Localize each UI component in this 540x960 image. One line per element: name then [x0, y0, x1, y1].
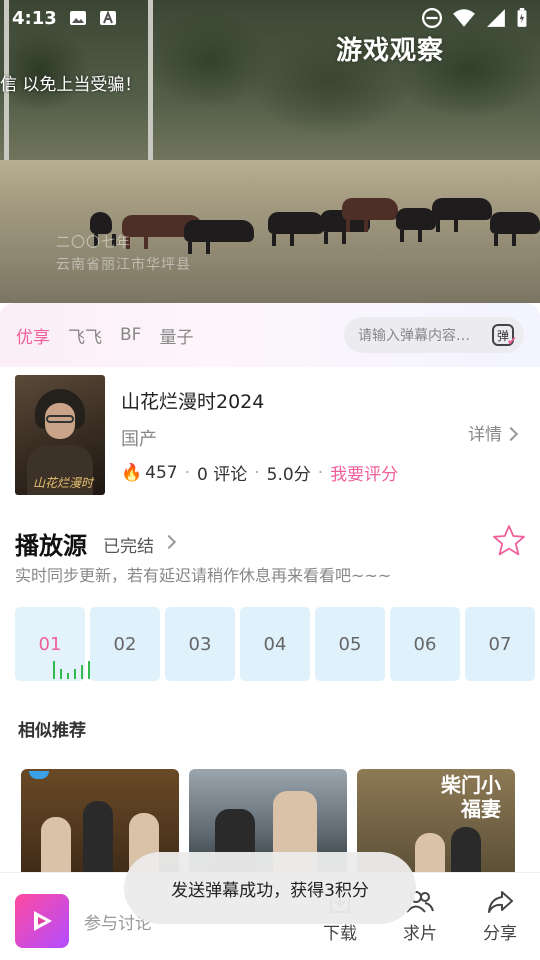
recommend-item-title: 柴门小福妻: [441, 773, 501, 821]
episode-button-07[interactable]: 07: [465, 607, 535, 681]
dnd-icon: [422, 8, 442, 28]
poster-figure-glasses: [46, 415, 74, 423]
video-player[interactable]: 4:13 游戏观察 信 以免上当受骗！ 二〇〇七年 云南省丽江市华坪县: [0, 0, 540, 303]
rate-button[interactable]: 我要评分: [330, 460, 398, 485]
poster-figure: [41, 817, 71, 879]
source-tab-liangzi[interactable]: 量子: [159, 323, 193, 348]
video-goat: [268, 212, 324, 246]
caption-line: 云南省丽江市华坪县: [56, 257, 191, 273]
play-source-status[interactable]: 已完结: [103, 532, 154, 557]
caption-line: 二〇〇七年: [56, 235, 131, 251]
episode-button-01[interactable]: 01: [15, 607, 90, 681]
episode-list: 01 02 03 04 05 06 07: [15, 607, 540, 683]
video-goat: [490, 212, 540, 246]
recommend-badge: [29, 771, 49, 779]
show-poster[interactable]: 山花烂漫时: [15, 375, 105, 495]
episode-label: 06: [413, 633, 437, 655]
video-watermark: 游戏观察: [335, 36, 444, 66]
danmu-input[interactable]: 请输入弹幕内容… 弹 ✔: [344, 317, 524, 353]
play-source-title: 播放源: [15, 532, 87, 560]
chevron-right-icon: [503, 426, 519, 442]
recommend-title: 相似推荐: [18, 721, 86, 741]
request-label: 求片: [403, 924, 437, 944]
download-label: 下载: [323, 924, 357, 944]
favorite-star-icon[interactable]: [492, 524, 526, 558]
danmu-toggle-button[interactable]: 弹 ✔: [492, 324, 517, 348]
episode-label: 04: [263, 633, 287, 655]
danmu-input-placeholder: 请输入弹幕内容…: [358, 328, 470, 344]
separator-dot: ·: [184, 462, 191, 483]
separator-dot: ·: [317, 462, 324, 483]
show-stats: 🔥 457 · 0 评论 · 5.0分 · 我要评分: [121, 460, 398, 486]
status-bar: 4:13: [0, 0, 540, 36]
details-link[interactable]: 详情: [468, 420, 519, 445]
episode-label: 05: [338, 633, 362, 655]
chevron-right-icon[interactable]: [161, 534, 177, 550]
share-label: 分享: [483, 924, 517, 944]
heat-count: 457: [145, 462, 178, 483]
episode-label: 07: [488, 633, 512, 655]
signal-icon: [487, 9, 505, 27]
show-title: 山花烂漫时2024: [121, 391, 265, 413]
episode-label: 02: [113, 633, 137, 655]
video-goat: [432, 198, 492, 232]
now-playing-icon: [53, 661, 90, 679]
fire-icon: 🔥: [121, 462, 143, 483]
video-goat: [184, 220, 254, 254]
score: 5.0分: [266, 465, 311, 485]
episode-button-03[interactable]: 03: [165, 607, 235, 681]
separator-dot: ·: [254, 462, 260, 483]
video-goat: [90, 212, 112, 246]
share-button[interactable]: 分享: [470, 889, 530, 944]
source-tab-bf[interactable]: BF: [120, 325, 141, 345]
episode-button-02[interactable]: 02: [90, 607, 160, 681]
source-tab-youxiang[interactable]: 优享: [16, 323, 50, 348]
danmu-text: 信 以免上当受骗！: [0, 75, 142, 95]
share-icon: [488, 891, 513, 913]
font-icon: [99, 10, 116, 25]
episode-label: 01: [38, 633, 62, 655]
check-icon: ✔: [506, 334, 517, 348]
play-source-note: 实时同步更新，若有延迟请稍作休息再来看看吧~~~: [15, 566, 392, 585]
status-time: 4:13: [12, 7, 57, 29]
app-logo[interactable]: [15, 894, 69, 948]
battery-icon: [517, 8, 527, 27]
episode-button-06[interactable]: 06: [390, 607, 460, 681]
video-goat: [396, 208, 436, 242]
wifi-icon: [453, 9, 475, 27]
episode-button-05[interactable]: 05: [315, 607, 385, 681]
video-goat: [342, 198, 398, 232]
toast-message: 发送弹幕成功，获得3积分: [124, 852, 416, 924]
poster-figure: [83, 801, 113, 879]
video-caption: 二〇〇七年 云南省丽江市华坪县: [56, 232, 191, 276]
episode-label: 03: [188, 633, 212, 655]
poster-title: 山花烂漫时: [33, 476, 94, 490]
comment-count[interactable]: 0 评论: [197, 460, 247, 485]
show-region: 国产: [121, 429, 157, 450]
episode-button-04[interactable]: 04: [240, 607, 310, 681]
details-label: 详情: [468, 425, 502, 445]
source-tabs: 优享 飞飞 BF 量子 请输入弹幕内容… 弹 ✔: [0, 303, 540, 367]
source-tab-feifei[interactable]: 飞飞: [68, 323, 102, 348]
play-icon: [34, 911, 52, 931]
image-icon: [69, 11, 86, 25]
